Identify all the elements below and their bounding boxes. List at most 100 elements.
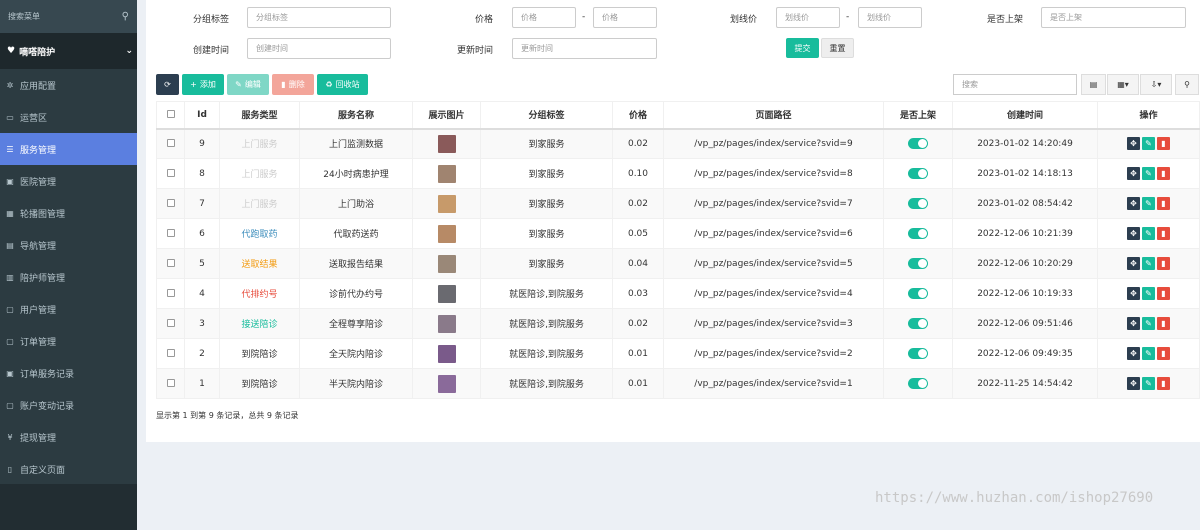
row-delete-button[interactable]: ▮ bbox=[1157, 347, 1170, 360]
row-delete-button[interactable]: ▮ bbox=[1157, 167, 1170, 180]
onsale-toggle[interactable] bbox=[908, 198, 928, 209]
columns-dropdown-button[interactable]: ▦▾ bbox=[1107, 74, 1139, 95]
service-thumbnail[interactable] bbox=[437, 374, 456, 393]
table-row[interactable]: 5 送取结果 送取报告结果 到家服务 0.04/vp_pz/pages/index/se… bbox=[156, 248, 1200, 279]
row-delete-button[interactable]: ▮ bbox=[1157, 317, 1170, 330]
table-row[interactable]: 3 接送陪诊 全程尊享陪诊 就医陪诊,到院服务 0.02/vp_pz/pages/ind… bbox=[156, 308, 1200, 339]
row-edit-button[interactable]: ✎ bbox=[1142, 227, 1155, 240]
row-checkbox[interactable] bbox=[166, 199, 175, 207]
row-edit-button[interactable]: ✎ bbox=[1142, 347, 1155, 360]
select-all-checkbox[interactable] bbox=[166, 110, 175, 119]
onsale-toggle[interactable] bbox=[908, 318, 928, 329]
row-checkbox[interactable] bbox=[166, 139, 175, 148]
created-time-input[interactable]: 创建时间 bbox=[247, 38, 391, 59]
row-delete-button[interactable]: ▮ bbox=[1157, 377, 1170, 390]
drag-button[interactable]: ✥ bbox=[1127, 197, 1140, 210]
sidebar-item[interactable]: ▢ 账户变动记录 bbox=[0, 389, 137, 421]
drag-button[interactable]: ✥ bbox=[1127, 347, 1140, 360]
row-select-cell[interactable] bbox=[156, 218, 185, 249]
sidebar-item[interactable]: ▯ 自定义页面 bbox=[0, 453, 137, 485]
drag-button[interactable]: ✥ bbox=[1127, 377, 1140, 390]
group-tag-input[interactable]: 分组标签 bbox=[247, 7, 391, 28]
table-row[interactable]: 4 代排约号 诊前代办约号 就医陪诊,到院服务 0.03/vp_pz/pages/ind… bbox=[156, 278, 1200, 309]
service-thumbnail[interactable] bbox=[437, 344, 456, 363]
row-edit-button[interactable]: ✎ bbox=[1142, 257, 1155, 270]
drag-button[interactable]: ✥ bbox=[1127, 167, 1140, 180]
onsale-toggle[interactable] bbox=[908, 348, 928, 359]
submit-button[interactable]: 提交 bbox=[786, 38, 819, 58]
service-thumbnail[interactable] bbox=[437, 314, 456, 333]
table-row[interactable]: 7 上门服务 上门助浴 到家服务 0.02/vp_pz/pages/index/serv… bbox=[156, 188, 1200, 219]
drag-button[interactable]: ✥ bbox=[1127, 317, 1140, 330]
row-checkbox[interactable] bbox=[166, 259, 175, 267]
service-thumbnail[interactable] bbox=[437, 164, 456, 183]
reset-button[interactable]: 重置 bbox=[821, 38, 854, 58]
onsale-toggle[interactable] bbox=[908, 168, 928, 179]
edit-button[interactable]: ✎ 编辑 bbox=[227, 74, 269, 95]
sidebar-item[interactable]: ¥ 提现管理 bbox=[0, 421, 137, 453]
onsale-toggle[interactable] bbox=[908, 138, 928, 150]
sidebar-search-input[interactable]: 搜索菜单 bbox=[8, 11, 40, 22]
toggle-view-button[interactable]: ▤ bbox=[1081, 74, 1106, 95]
sidebar-item[interactable]: ☰ 服务管理 bbox=[0, 133, 137, 165]
row-checkbox[interactable] bbox=[166, 349, 175, 357]
price-max-input[interactable]: 价格 bbox=[593, 7, 657, 28]
row-edit-button[interactable]: ✎ bbox=[1142, 287, 1155, 300]
table-row[interactable]: 2 到院陪诊 全天院内陪诊 就医陪诊,到院服务 0.01/vp_pz/pages/ind… bbox=[156, 338, 1200, 369]
delete-button[interactable]: ▮ 删除 bbox=[272, 74, 314, 95]
sidebar-search[interactable]: 搜索菜单 ⚲ bbox=[0, 0, 137, 33]
row-delete-button[interactable]: ▮ bbox=[1157, 227, 1170, 240]
row-edit-button[interactable]: ✎ bbox=[1142, 197, 1155, 210]
sidebar-item[interactable]: ▭ 运营区 bbox=[0, 101, 137, 133]
onsale-toggle[interactable] bbox=[908, 228, 928, 239]
table-row[interactable]: 1 到院陪诊 半天院内陪诊 就医陪诊,到院服务 0.01/vp_pz/pages/ind… bbox=[156, 368, 1200, 399]
row-select-cell[interactable] bbox=[156, 338, 185, 369]
onsale-toggle[interactable] bbox=[908, 258, 928, 269]
row-edit-button[interactable]: ✎ bbox=[1142, 137, 1155, 151]
advanced-search-button[interactable]: ⚲ bbox=[1175, 74, 1199, 95]
drag-button[interactable]: ✥ bbox=[1127, 287, 1140, 300]
onsale-select[interactable]: 是否上架 bbox=[1041, 7, 1186, 28]
table-row[interactable]: 6 代跑取药 代取药送药 到家服务 0.05/vp_pz/pages/index/ser… bbox=[156, 218, 1200, 249]
row-edit-button[interactable]: ✎ bbox=[1142, 317, 1155, 330]
service-thumbnail[interactable] bbox=[437, 254, 456, 273]
column-header[interactable] bbox=[156, 101, 185, 130]
search-icon[interactable]: ⚲ bbox=[122, 11, 129, 22]
row-checkbox[interactable] bbox=[166, 229, 175, 237]
sidebar-item[interactable]: ▢ 用户管理 bbox=[0, 293, 137, 325]
price-min-input[interactable]: 价格 bbox=[512, 7, 576, 28]
sidebar-item[interactable]: ▣ 医院管理 bbox=[0, 165, 137, 197]
recycle-bin-button[interactable]: ♻ 回收站 bbox=[317, 74, 368, 95]
sidebar-item[interactable]: ▣ 订单服务记录 bbox=[0, 357, 137, 389]
strike-max-input[interactable]: 划线价 bbox=[858, 7, 922, 28]
row-delete-button[interactable]: ▮ bbox=[1157, 137, 1170, 151]
row-checkbox[interactable] bbox=[166, 379, 175, 387]
updated-time-input[interactable]: 更新时间 bbox=[512, 38, 657, 59]
export-dropdown-button[interactable]: ⇩▾ bbox=[1140, 74, 1172, 95]
row-edit-button[interactable]: ✎ bbox=[1142, 377, 1155, 390]
row-checkbox[interactable] bbox=[166, 289, 175, 297]
row-select-cell[interactable] bbox=[156, 308, 185, 339]
drag-button[interactable]: ✥ bbox=[1127, 257, 1140, 270]
drag-button[interactable]: ✥ bbox=[1127, 227, 1140, 240]
service-thumbnail[interactable] bbox=[437, 194, 456, 213]
row-delete-button[interactable]: ▮ bbox=[1157, 197, 1170, 210]
add-button[interactable]: + 添加 bbox=[182, 74, 224, 95]
row-select-cell[interactable] bbox=[156, 188, 185, 219]
sidebar-item[interactable]: ▢ 订单管理 bbox=[0, 325, 137, 357]
drag-button[interactable]: ✥ bbox=[1127, 137, 1140, 151]
row-edit-button[interactable]: ✎ bbox=[1142, 167, 1155, 180]
service-thumbnail[interactable] bbox=[437, 224, 456, 243]
row-select-cell[interactable] bbox=[156, 368, 185, 399]
sidebar-item[interactable]: ▤ 导航管理 bbox=[0, 229, 137, 261]
onsale-toggle[interactable] bbox=[908, 288, 928, 299]
sidebar-item[interactable]: ▥ 陪护师管理 bbox=[0, 261, 137, 293]
row-delete-button[interactable]: ▮ bbox=[1157, 287, 1170, 300]
row-delete-button[interactable]: ▮ bbox=[1157, 257, 1170, 270]
sidebar-group-header[interactable]: ♥ 嘀嗒陪护 ⌄ bbox=[0, 33, 137, 69]
row-checkbox[interactable] bbox=[166, 169, 175, 177]
refresh-button[interactable]: ⟳ bbox=[156, 74, 179, 95]
service-thumbnail[interactable] bbox=[437, 284, 456, 303]
table-row[interactable]: 9 上门服务 上门监测数据 到家服务 0.02/vp_pz/pages/index/se… bbox=[156, 128, 1200, 159]
row-select-cell[interactable] bbox=[156, 158, 185, 189]
